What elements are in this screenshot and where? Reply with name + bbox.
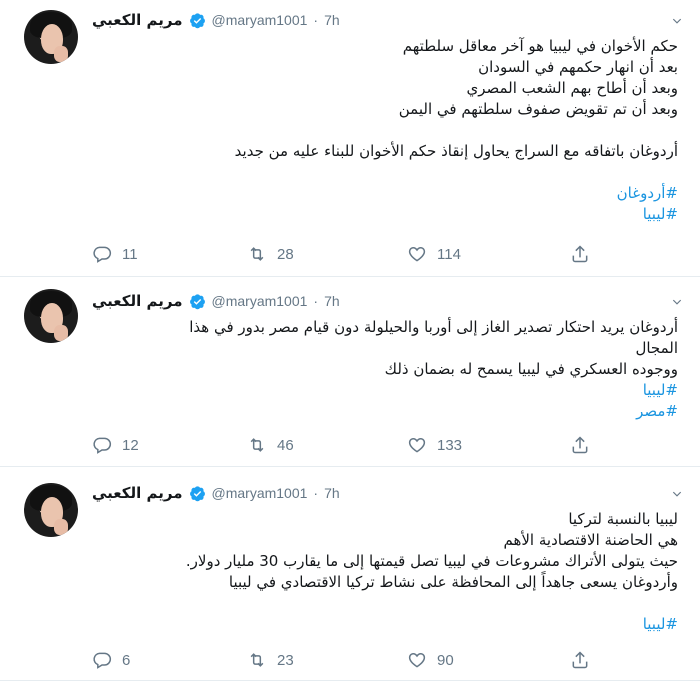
tweet-1[interactable]: مريم الكعبي @maryam1001 · 7h حكم الأخوان… xyxy=(0,0,700,277)
retweet-count: 23 xyxy=(277,651,294,669)
tweet-header: مريم الكعبي @maryam1001 · 7h xyxy=(92,291,340,311)
author-name[interactable]: مريم الكعبي xyxy=(92,11,183,29)
tweet-3[interactable]: مريم الكعبي @maryam1001 · 7h ليبيا بالنس… xyxy=(0,467,700,681)
tweet-header: مريم الكعبي @maryam1001 · 7h xyxy=(92,10,340,30)
retweet-button[interactable]: 46 xyxy=(247,435,294,455)
share-icon xyxy=(572,436,588,454)
hashtag-link[interactable]: #ليبيا xyxy=(108,614,678,635)
tweet-time[interactable]: 7h xyxy=(324,485,340,501)
separator-dot: · xyxy=(313,485,319,501)
share-button[interactable] xyxy=(570,650,590,670)
like-button[interactable]: 133 xyxy=(407,435,462,455)
tweet-line: أردوغان يريد احتكار تصدير الغاز إلى أورب… xyxy=(189,318,678,336)
verified-badge-icon xyxy=(189,12,205,28)
share-icon xyxy=(572,245,588,263)
reply-icon xyxy=(93,246,112,263)
tweet-time[interactable]: 7h xyxy=(324,293,340,309)
avatar[interactable] xyxy=(24,289,78,343)
tweet-line: وبعد أن تم تقويض صفوف سلطتهم في اليمن xyxy=(398,100,678,118)
reply-icon xyxy=(93,437,112,454)
tweet-2[interactable]: مريم الكعبي @maryam1001 · 7h أردوغان يري… xyxy=(0,277,700,467)
retweet-icon xyxy=(250,247,264,261)
retweet-count: 46 xyxy=(277,436,294,454)
author-handle[interactable]: @maryam1001 xyxy=(212,485,308,501)
retweet-button[interactable]: 28 xyxy=(247,244,294,264)
reply-count: 12 xyxy=(122,436,139,454)
author-handle[interactable]: @maryam1001 xyxy=(212,12,308,28)
like-count: 114 xyxy=(437,245,461,263)
separator-dot: · xyxy=(313,12,319,28)
tweet-time[interactable]: 7h xyxy=(324,12,340,28)
tweet-line: هي الحاضنة الاقتصادية الأهم xyxy=(503,531,678,549)
hashtag-link[interactable]: #أردوغان xyxy=(108,183,678,204)
verified-badge-icon xyxy=(189,293,205,309)
like-button[interactable]: 90 xyxy=(407,650,454,670)
tweet-line: بعد أن انهار حكمهم في السودان xyxy=(478,58,678,76)
reply-button[interactable]: 12 xyxy=(92,435,139,455)
separator-dot: · xyxy=(313,293,319,309)
tweet-header: مريم الكعبي @maryam1001 · 7h xyxy=(92,483,340,503)
like-button[interactable]: 114 xyxy=(407,244,461,264)
heart-icon xyxy=(408,246,426,262)
share-icon xyxy=(572,651,588,669)
tweet-text: ليبيا بالنسبة لتركيا هي الحاضنة الاقتصاد… xyxy=(108,509,678,635)
tweet-actions: 11 28 114 xyxy=(92,243,592,265)
like-count: 90 xyxy=(437,651,454,669)
tweet-line: المجال xyxy=(635,339,678,357)
share-button[interactable] xyxy=(570,244,590,264)
tweet-line: أردوغان باتفاقه مع السراج يحاول إنقاذ حك… xyxy=(234,142,678,160)
tweet-line: حيث يتولى الأتراك مشروعات في ليبيا تصل ق… xyxy=(185,552,678,570)
like-count: 133 xyxy=(437,436,463,454)
heart-icon xyxy=(408,437,426,453)
author-name[interactable]: مريم الكعبي xyxy=(92,292,183,310)
reply-count: 11 xyxy=(122,245,138,263)
retweet-count: 28 xyxy=(277,245,294,263)
retweet-button[interactable]: 23 xyxy=(247,650,294,670)
hashtag-link[interactable]: #ليبيا xyxy=(108,380,678,401)
tweet-line: ووجوده العسكري في ليبيا يسمح له بضمان ذل… xyxy=(384,360,678,378)
retweet-icon xyxy=(250,438,264,452)
share-button[interactable] xyxy=(570,435,590,455)
avatar[interactable] xyxy=(24,10,78,64)
author-name[interactable]: مريم الكعبي xyxy=(92,484,183,502)
retweet-icon xyxy=(250,653,264,667)
reply-count: 6 xyxy=(122,651,131,669)
author-handle[interactable]: @maryam1001 xyxy=(212,293,308,309)
tweet-text: حكم الأخوان في ليبيا هو آخر معاقل سلطتهم… xyxy=(108,36,678,225)
tweet-line: وأردوغان يسعى جاهداً إلى المحافظة على نش… xyxy=(228,573,678,591)
hashtag-link[interactable]: #مصر xyxy=(108,401,678,422)
tweet-line: وبعد أن أطاح بهم الشعب المصري xyxy=(466,79,678,97)
heart-icon xyxy=(408,652,426,668)
reply-button[interactable]: 6 xyxy=(92,650,130,670)
hashtag-link[interactable]: #ليبيا xyxy=(108,204,678,225)
chevron-down-icon[interactable] xyxy=(670,14,684,28)
reply-icon xyxy=(93,652,112,669)
tweet-text: أردوغان يريد احتكار تصدير الغاز إلى أورب… xyxy=(108,317,678,422)
verified-badge-icon xyxy=(189,485,205,501)
tweet-actions: 12 46 133 xyxy=(92,434,592,456)
chevron-down-icon[interactable] xyxy=(670,487,684,501)
chevron-down-icon[interactable] xyxy=(670,295,684,309)
tweet-line: حكم الأخوان في ليبيا هو آخر معاقل سلطتهم xyxy=(402,37,678,55)
tweet-actions: 6 23 90 xyxy=(92,649,592,671)
avatar[interactable] xyxy=(24,483,78,537)
reply-button[interactable]: 11 xyxy=(92,244,138,264)
tweet-line: ليبيا بالنسبة لتركيا xyxy=(568,510,678,528)
